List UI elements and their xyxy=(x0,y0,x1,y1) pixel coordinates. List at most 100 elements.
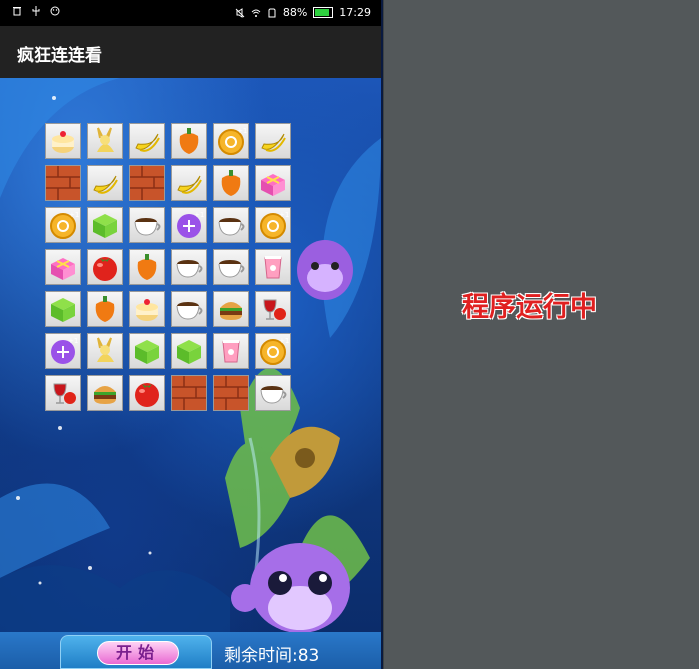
status-bar: 88% 17:29 xyxy=(0,0,381,26)
tile-brick[interactable] xyxy=(129,165,165,201)
tile-box[interactable] xyxy=(171,333,207,369)
svg-text:+1: +1 xyxy=(194,211,204,219)
burger-icon xyxy=(94,386,116,404)
tile-board: +1 +1 +1 +1 +1 +1 xyxy=(45,123,291,411)
tile-coin[interactable]: +1 xyxy=(255,333,291,369)
tile-rabbit[interactable] xyxy=(87,333,123,369)
tile-brick[interactable] xyxy=(171,375,207,411)
tile-potion[interactable]: +1 xyxy=(171,207,207,243)
battery-percent: 88% xyxy=(282,6,308,19)
gift-icon xyxy=(51,258,75,280)
trash-icon xyxy=(13,7,21,16)
tile-brick[interactable] xyxy=(213,375,249,411)
brick-icon xyxy=(172,376,206,410)
tomato-icon xyxy=(135,383,159,407)
coin-icon: +1 xyxy=(218,127,247,155)
clock: 17:29 xyxy=(339,6,371,19)
tile-pepper[interactable] xyxy=(171,123,207,159)
cup-icon xyxy=(264,256,282,279)
gift-icon xyxy=(261,174,285,196)
cake-icon xyxy=(136,299,158,321)
coin-icon: +1 xyxy=(50,211,79,239)
coffee-icon xyxy=(218,260,245,278)
pepper-icon xyxy=(137,254,157,280)
tile-rabbit[interactable] xyxy=(87,123,123,159)
tile-box[interactable] xyxy=(87,207,123,243)
tile-tomato[interactable] xyxy=(129,375,165,411)
tile-coin[interactable]: +1 xyxy=(213,123,249,159)
tile-wine[interactable] xyxy=(255,291,291,327)
cake-icon xyxy=(52,131,74,153)
tile-banana[interactable] xyxy=(87,165,123,201)
pepper-icon xyxy=(221,170,241,196)
brick-icon xyxy=(46,166,80,200)
wifi-icon xyxy=(251,9,261,17)
bottom-bar: 开始 剩余时间:83 xyxy=(0,632,381,669)
banana-icon xyxy=(93,175,118,194)
tile-banana[interactable] xyxy=(255,123,291,159)
program-running-label: 程序运行中 xyxy=(462,292,597,323)
game-area: +1 +1 +1 +1 +1 +1 xyxy=(0,78,381,632)
tile-coffee[interactable] xyxy=(171,249,207,285)
potion-icon: +1 xyxy=(177,211,204,238)
box-icon xyxy=(135,340,159,364)
tile-coin[interactable]: +1 xyxy=(45,207,81,243)
tile-gift[interactable] xyxy=(45,249,81,285)
coffee-icon xyxy=(134,218,161,236)
app-bar: 疯狂连连看 xyxy=(0,26,381,78)
tile-coin[interactable]: +1 xyxy=(255,207,291,243)
svg-text:+1: +1 xyxy=(279,211,289,219)
tile-tomato[interactable] xyxy=(87,249,123,285)
tile-coffee[interactable] xyxy=(255,375,291,411)
coffee-icon xyxy=(176,260,203,278)
phone-screen: 88% 17:29 疯狂连连看 +1 +1 +1 +1 +1 +1 开始 剩余时… xyxy=(0,0,384,669)
sim-icon xyxy=(268,8,276,17)
wine-icon xyxy=(263,299,286,320)
banana-icon xyxy=(261,133,286,152)
tile-wine[interactable] xyxy=(45,375,81,411)
tile-pepper[interactable] xyxy=(213,165,249,201)
tile-pepper[interactable] xyxy=(129,249,165,285)
tile-coffee[interactable] xyxy=(213,207,249,243)
tile-pepper[interactable] xyxy=(87,291,123,327)
tile-cup[interactable] xyxy=(213,333,249,369)
wine-icon xyxy=(53,383,76,404)
tile-burger[interactable] xyxy=(87,375,123,411)
tile-coffee[interactable] xyxy=(171,291,207,327)
tile-box[interactable] xyxy=(45,291,81,327)
tomato-icon xyxy=(93,257,117,281)
pepper-icon xyxy=(95,296,115,322)
svg-text:+1: +1 xyxy=(69,211,79,219)
emoji-icon xyxy=(50,6,60,16)
svg-text:+1: +1 xyxy=(237,127,247,135)
coffee-icon xyxy=(176,302,203,320)
rabbit-icon xyxy=(97,337,114,362)
tile-potion[interactable]: +1 xyxy=(45,333,81,369)
box-icon xyxy=(93,214,117,238)
tile-box[interactable] xyxy=(129,333,165,369)
tile-banana[interactable] xyxy=(129,123,165,159)
tile-cake[interactable] xyxy=(129,291,165,327)
tile-burger[interactable] xyxy=(213,291,249,327)
box-icon xyxy=(177,340,201,364)
coin-icon: +1 xyxy=(260,211,289,239)
coffee-icon xyxy=(260,386,287,404)
tile-brick[interactable] xyxy=(45,165,81,201)
brick-icon xyxy=(130,166,164,200)
svg-text:+1: +1 xyxy=(68,337,78,345)
coffee-icon xyxy=(218,218,245,236)
tile-coffee[interactable] xyxy=(213,249,249,285)
tile-banana[interactable] xyxy=(171,165,207,201)
tile-cake[interactable] xyxy=(45,123,81,159)
tile-coffee[interactable] xyxy=(129,207,165,243)
tile-cup[interactable] xyxy=(255,249,291,285)
svg-text:+1: +1 xyxy=(279,337,289,345)
start-button[interactable]: 开始 xyxy=(60,635,212,669)
brick-icon xyxy=(214,376,248,410)
mute-icon xyxy=(235,7,245,18)
remaining-time: 剩余时间:83 xyxy=(224,646,320,666)
banana-icon xyxy=(135,133,160,152)
battery-icon xyxy=(313,7,334,18)
tile-gift[interactable] xyxy=(255,165,291,201)
app-title: 疯狂连连看 xyxy=(17,46,102,66)
